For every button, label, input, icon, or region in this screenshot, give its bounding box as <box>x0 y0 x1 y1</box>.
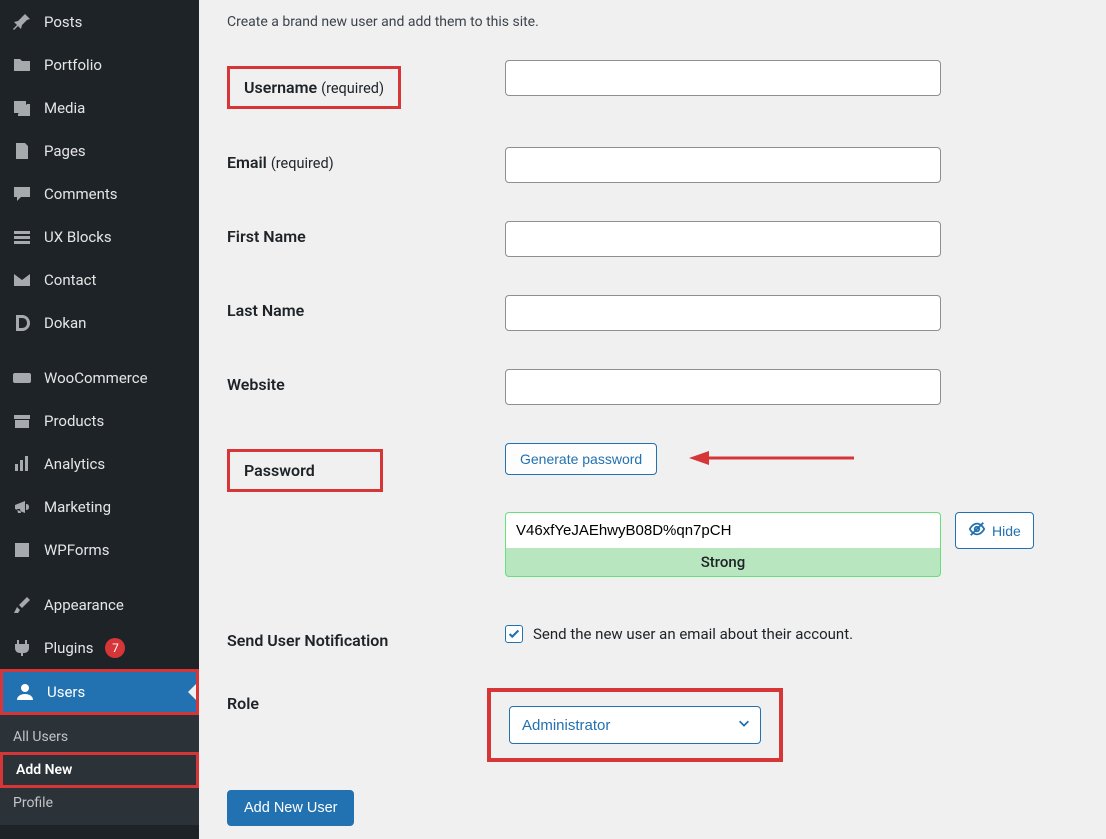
sidebar-item-media[interactable]: Media <box>0 86 199 129</box>
row-password-value: Strong Hide <box>227 512 1078 577</box>
lastname-input[interactable] <box>505 295 941 331</box>
main-content: Create a brand new user and add them to … <box>199 0 1106 839</box>
comment-icon <box>12 184 32 204</box>
sidebar-item-comments[interactable]: Comments <box>0 172 199 215</box>
row-lastname: Last Name <box>227 295 1078 331</box>
sidebar-item-pages[interactable]: Pages <box>0 129 199 172</box>
plugins-update-badge: 7 <box>105 638 125 658</box>
archive-icon <box>12 411 32 431</box>
row-email: Email (required) <box>227 147 1078 183</box>
username-label: Username <box>244 78 317 97</box>
sidebar-separator <box>0 344 199 356</box>
password-input[interactable] <box>505 512 941 548</box>
sidebar-item-label: Appearance <box>44 596 124 614</box>
arrow-annotation <box>689 448 859 472</box>
sidebar-item-woocommerce[interactable]: WooCommerce <box>0 356 199 399</box>
sidebar-item-users[interactable]: Users <box>3 672 196 712</box>
row-role: Role Administrator <box>227 688 1078 762</box>
sidebar-item-products[interactable]: Products <box>0 399 199 442</box>
website-input[interactable] <box>505 369 941 405</box>
sidebar-item-posts[interactable]: Posts <box>0 0 199 43</box>
lastname-label: Last Name <box>227 301 304 320</box>
email-label: Email <box>227 153 267 172</box>
blocks-icon <box>12 227 32 247</box>
sidebar-item-wpforms[interactable]: WPForms <box>0 528 199 571</box>
bars-icon <box>12 454 32 474</box>
submenu-add-new[interactable]: Add New <box>3 755 196 785</box>
row-password: Password Generate password <box>227 443 1078 492</box>
row-notify: Send User Notification Send the new user… <box>227 625 1078 650</box>
sidebar-item-marketing[interactable]: Marketing <box>0 485 199 528</box>
woo-icon <box>12 368 32 388</box>
password-label: Password <box>244 461 315 480</box>
row-username: Username (required) <box>227 60 1078 109</box>
notify-label: Send User Notification <box>227 631 388 650</box>
sidebar-item-uxblocks[interactable]: UX Blocks <box>0 215 199 258</box>
sidebar-item-contact[interactable]: Contact <box>0 258 199 301</box>
row-firstname: First Name <box>227 221 1078 257</box>
sidebar-item-label: Comments <box>44 185 118 203</box>
password-strength-meter: Strong <box>505 548 941 577</box>
user-icon <box>15 682 35 702</box>
sidebar-separator <box>0 571 199 583</box>
role-highlight: Administrator <box>487 688 783 762</box>
notify-checkbox[interactable] <box>505 625 523 643</box>
megaphone-icon <box>12 497 32 517</box>
sidebar-item-label: Users <box>47 683 85 701</box>
sidebar-item-label: WooCommerce <box>44 369 148 387</box>
firstname-label: First Name <box>227 227 306 246</box>
plug-icon <box>12 638 32 658</box>
media-icon <box>12 98 32 118</box>
email-input[interactable] <box>505 147 941 183</box>
admin-sidebar: Posts Portfolio Media Pages Comments UX … <box>0 0 199 839</box>
sidebar-item-label: Marketing <box>44 498 111 516</box>
sidebar-item-label: Dokan <box>44 314 86 332</box>
sidebar-item-label: Analytics <box>44 455 105 473</box>
username-label-highlight: Username (required) <box>227 66 401 109</box>
sidebar-item-analytics[interactable]: Analytics <box>0 442 199 485</box>
firstname-input[interactable] <box>505 221 941 257</box>
role-select[interactable]: Administrator <box>509 706 761 744</box>
sidebar-item-label: Posts <box>44 13 82 31</box>
folder-icon <box>12 55 32 75</box>
sidebar-item-label: Portfolio <box>44 56 102 74</box>
sidebar-item-portfolio[interactable]: Portfolio <box>0 43 199 86</box>
password-label-highlight: Password <box>227 449 383 492</box>
sidebar-item-label: Contact <box>44 271 96 289</box>
row-website: Website <box>227 369 1078 405</box>
eye-slash-icon <box>968 520 986 541</box>
dokan-icon <box>12 313 32 333</box>
sidebar-item-appearance[interactable]: Appearance <box>0 583 199 626</box>
users-submenu: All Users Add New Profile <box>0 715 199 825</box>
role-label: Role <box>227 694 259 713</box>
username-input[interactable] <box>505 60 941 96</box>
sidebar-item-label: Pages <box>44 142 86 160</box>
add-new-user-button[interactable]: Add New User <box>227 790 354 826</box>
forms-icon <box>12 540 32 560</box>
sidebar-item-label: WPForms <box>44 541 109 559</box>
generate-password-button[interactable]: Generate password <box>505 443 657 475</box>
sidebar-item-label: Media <box>44 99 85 117</box>
sidebar-item-label: Plugins <box>44 639 93 657</box>
brush-icon <box>12 595 32 615</box>
sidebar-item-label: Products <box>44 412 104 430</box>
required-suffix: (required) <box>321 80 384 97</box>
sidebar-item-dokan[interactable]: Dokan <box>0 301 199 344</box>
pages-icon <box>12 141 32 161</box>
submenu-all-users[interactable]: All Users <box>0 722 199 752</box>
hide-password-button[interactable]: Hide <box>955 512 1034 549</box>
sidebar-item-plugins[interactable]: Plugins 7 <box>0 626 199 669</box>
website-label: Website <box>227 375 285 394</box>
submenu-profile[interactable]: Profile <box>0 788 199 818</box>
intro-text: Create a brand new user and add them to … <box>227 0 1078 60</box>
pin-icon <box>12 12 32 32</box>
sidebar-item-label: UX Blocks <box>44 228 112 246</box>
mail-icon <box>12 270 32 290</box>
required-suffix: (required) <box>271 155 334 172</box>
notify-text: Send the new user an email about their a… <box>533 625 853 643</box>
hide-button-label: Hide <box>992 523 1021 539</box>
